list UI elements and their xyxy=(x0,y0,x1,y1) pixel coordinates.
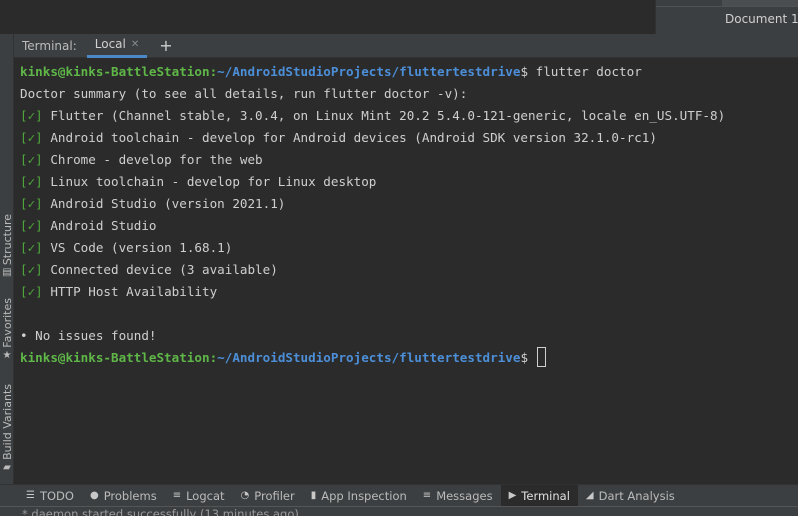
check-mark: [✓] xyxy=(20,240,43,255)
check-mark: [✓] xyxy=(20,130,43,145)
check-line: [✓] Linux toolchain - develop for Linux … xyxy=(20,171,798,193)
prompt-user: kinks@kinks-BattleStation xyxy=(20,64,210,79)
tab-todo[interactable]: ☰ TODO xyxy=(18,485,82,507)
terminal-tab-label: Local xyxy=(94,37,126,51)
tab-terminal[interactable]: ▶ Terminal xyxy=(500,484,578,507)
tab-messages[interactable]: ≡ Messages xyxy=(415,485,501,507)
left-tab-favorites-label: Favorites xyxy=(0,298,14,348)
prompt-path: ~/AndroidStudioProjects/fluttertestdrive xyxy=(217,350,521,365)
tab-label: Terminal xyxy=(521,488,570,503)
check-mark: [✓] xyxy=(20,174,43,189)
status-message[interactable]: * daemon started successfully (13 minute… xyxy=(22,507,299,516)
dart-analysis-icon: ◢ xyxy=(585,490,594,501)
prompt-symbol: $ xyxy=(520,64,529,79)
prompt-symbol: $ xyxy=(520,350,529,365)
check-line: [✓] Android Studio xyxy=(20,215,798,237)
check-text: Android Studio (version 2021.1) xyxy=(50,196,286,211)
check-line: [✓] HTTP Host Availability xyxy=(20,281,798,303)
left-tab-favorites[interactable]: Favorites ★ xyxy=(0,298,14,362)
check-line: [✓] Android toolchain - develop for Andr… xyxy=(20,127,798,149)
bottom-toolbar: ☰ TODO ● Problems ≡ Logcat ◔ Profiler ▮ App I… xyxy=(0,484,798,507)
left-tab-structure-label: Structure xyxy=(0,214,14,266)
terminal-header: Terminal: Local ✕ + xyxy=(14,33,798,58)
check-line: [✓] Connected device (3 available) xyxy=(20,259,798,281)
check-line: [✓] VS Code (version 1.68.1) xyxy=(20,237,798,259)
prompt-path: ~/AndroidStudioProjects/fluttertestdrive xyxy=(217,64,521,79)
prompt-line: kinks@kinks-BattleStation:~/AndroidStudi… xyxy=(20,347,798,369)
command-text: flutter doctor xyxy=(535,64,642,79)
doctor-summary: Doctor summary (to see all details, run … xyxy=(20,86,468,101)
build-variants-icon: ▰ xyxy=(3,461,11,473)
star-icon: ★ xyxy=(2,349,12,361)
add-terminal-button[interactable]: + xyxy=(159,37,172,54)
check-mark: [✓] xyxy=(20,108,43,123)
check-line: [✓] Chrome - develop for the web xyxy=(20,149,798,171)
tab-dart-analysis[interactable]: ◢ Dart Analysis xyxy=(578,485,683,507)
app-inspection-icon: ▮ xyxy=(310,490,317,501)
tab-problems[interactable]: ● Problems xyxy=(82,485,165,507)
prompt-user: kinks@kinks-BattleStation xyxy=(20,350,210,365)
check-line: [✓] Flutter (Channel stable, 3.0.4, on L… xyxy=(20,105,798,127)
left-tool-stripe: Structure ▤ Favorites ★ Build Variants ▰ xyxy=(0,34,14,484)
status-bar: * daemon started successfully (13 minute… xyxy=(0,506,798,516)
logcat-icon: ≡ xyxy=(172,490,182,501)
left-tab-build-variants-label: Build Variants xyxy=(0,384,14,460)
check-mark: [✓] xyxy=(20,284,43,299)
editor-tab-strip: Document 1/ xyxy=(655,0,798,34)
tab-profiler[interactable]: ◔ Profiler xyxy=(233,485,303,507)
todo-icon: ☰ xyxy=(26,490,35,501)
check-text: Linux toolchain - develop for Linux desk… xyxy=(50,174,377,189)
structure-icon: ▤ xyxy=(2,267,12,279)
check-text: Chrome - develop for the web xyxy=(50,152,263,167)
tab-label: TODO xyxy=(39,488,74,503)
profiler-icon: ◔ xyxy=(240,490,250,501)
terminal-tab-local[interactable]: Local ✕ xyxy=(86,33,148,58)
problems-icon: ● xyxy=(89,490,99,501)
check-mark: [✓] xyxy=(20,262,43,277)
check-text: VS Code (version 1.68.1) xyxy=(50,240,233,255)
terminal-title: Terminal: xyxy=(22,38,77,53)
tab-label: Logcat xyxy=(186,488,225,503)
terminal-icon: ▶ xyxy=(508,490,517,501)
tab-label: Dart Analysis xyxy=(598,488,675,503)
terminal-output[interactable]: kinks@kinks-BattleStation:~/AndroidStudi… xyxy=(14,58,798,484)
check-text: Android toolchain - develop for Android … xyxy=(50,130,657,145)
tab-app-inspection[interactable]: ▮ App Inspection xyxy=(303,485,415,507)
editor-tab-document[interactable]: Document 1/ xyxy=(725,12,798,26)
left-tab-structure[interactable]: Structure ▤ xyxy=(0,214,14,279)
check-text: Flutter (Channel stable, 3.0.4, on Linux… xyxy=(50,108,726,123)
tab-label: Messages xyxy=(436,488,493,503)
check-text: HTTP Host Availability xyxy=(50,284,218,299)
tab-label: Profiler xyxy=(254,488,295,503)
tab-label: App Inspection xyxy=(321,488,407,503)
check-line: [✓] Android Studio (version 2021.1) xyxy=(20,193,798,215)
check-mark: [✓] xyxy=(20,152,43,167)
prompt-line: kinks@kinks-BattleStation:~/AndroidStudi… xyxy=(20,64,642,79)
check-text: Connected device (3 available) xyxy=(50,262,278,277)
tab-logcat[interactable]: ≡ Logcat xyxy=(165,485,233,507)
left-tab-build-variants[interactable]: Build Variants ▰ xyxy=(0,384,14,474)
check-mark: [✓] xyxy=(20,196,43,211)
result-line: • No issues found! xyxy=(20,328,157,343)
terminal-cursor[interactable] xyxy=(536,347,546,367)
tab-label: Problems xyxy=(103,488,157,503)
check-mark: [✓] xyxy=(20,218,43,233)
messages-icon: ≡ xyxy=(422,490,432,501)
check-text: Android Studio xyxy=(50,218,157,233)
close-icon[interactable]: ✕ xyxy=(131,39,139,50)
editor-area: Document 1/ xyxy=(0,0,798,34)
